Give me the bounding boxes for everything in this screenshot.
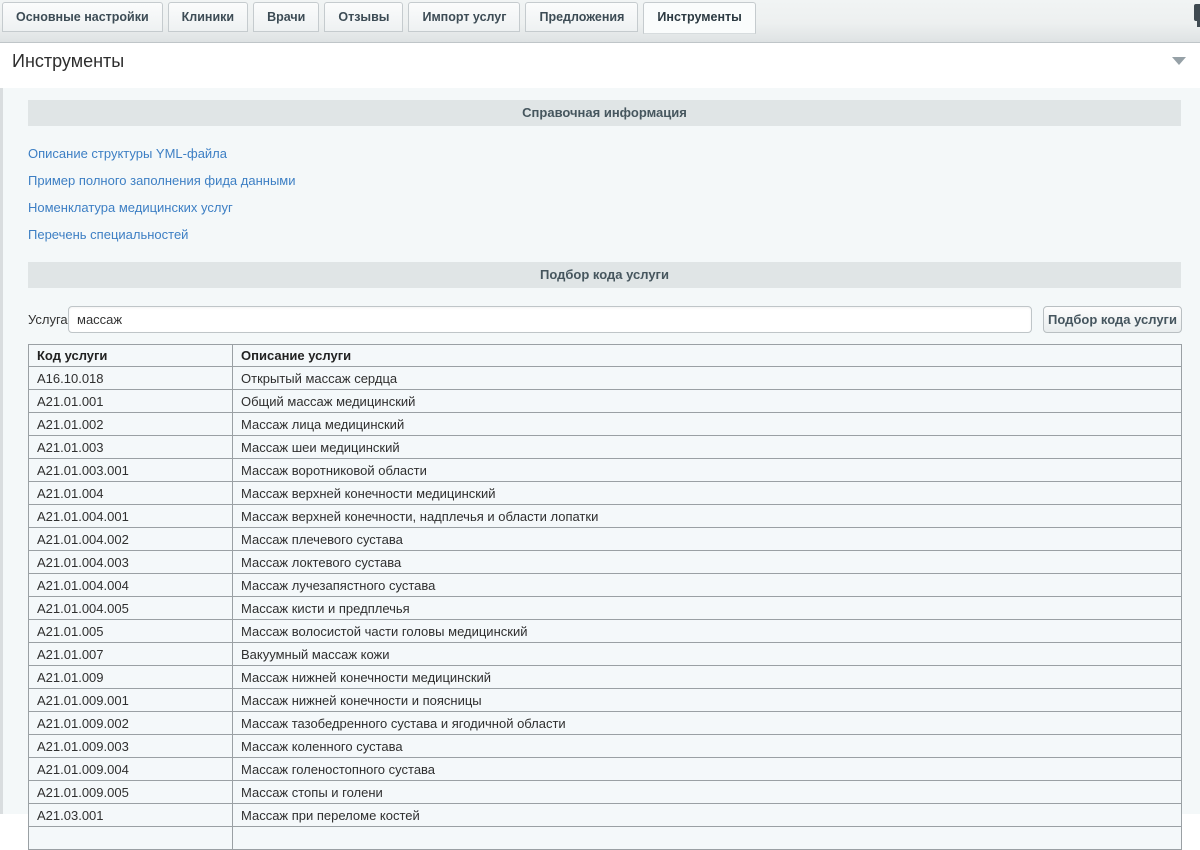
service-code-cell: A16.10.018 xyxy=(29,367,233,390)
table-row: A21.01.001Общий массаж медицинский xyxy=(29,390,1182,413)
table-row: A21.01.003.001Массаж воротниковой област… xyxy=(29,459,1182,482)
service-description-cell: Массаж шеи медицинский xyxy=(233,436,1182,459)
service-code-cell: A21.01.009.002 xyxy=(29,712,233,735)
service-description-cell: Массаж волосистой части головы медицинск… xyxy=(233,620,1182,643)
service-description-cell: Массаж коленного сустава xyxy=(233,735,1182,758)
service-code-cell: A21.01.007 xyxy=(29,643,233,666)
service-codes-table: Код услуги Описание услуги A16.10.018Отк… xyxy=(28,344,1182,850)
reference-link[interactable]: Описание структуры YML-файла xyxy=(28,140,1200,167)
service-code-cell: A21.01.004.002 xyxy=(29,528,233,551)
service-search-input[interactable] xyxy=(68,306,1032,333)
service-code-cell: A21.01.004 xyxy=(29,482,233,505)
service-code-cell: A21.01.004.004 xyxy=(29,574,233,597)
service-code-cell: A21.01.009.003 xyxy=(29,735,233,758)
table-row: A21.01.009.003Массаж коленного сустава xyxy=(29,735,1182,758)
tab-item[interactable]: Отзывы xyxy=(324,2,403,32)
service-code-cell: A21.01.002 xyxy=(29,413,233,436)
tools-panel: Справочная информация Описание структуры… xyxy=(0,88,1200,814)
table-row: A16.10.018Открытый массаж сердца xyxy=(29,367,1182,390)
table-row: A21.01.004.001Массаж верхней конечности,… xyxy=(29,505,1182,528)
table-row: A21.01.009Массаж нижней конечности медиц… xyxy=(29,666,1182,689)
service-description-cell: Массаж лица медицинский xyxy=(233,413,1182,436)
service-code-cell: A21.01.009.005 xyxy=(29,781,233,804)
service-code-cell: A21.01.001 xyxy=(29,390,233,413)
reference-section-header: Справочная информация xyxy=(28,100,1181,126)
table-body: A16.10.018Открытый массаж сердцаA21.01.0… xyxy=(29,367,1182,850)
service-code-section-header: Подбор кода услуги xyxy=(28,262,1181,288)
service-code-cell: A21.01.004.001 xyxy=(29,505,233,528)
service-code-cell: A21.03.001 xyxy=(29,804,233,827)
table-row: A21.01.005Массаж волосистой части головы… xyxy=(29,620,1182,643)
service-code-cell: A21.01.009.004 xyxy=(29,758,233,781)
table-row: A21.01.002Массаж лица медицинский xyxy=(29,413,1182,436)
chevron-down-icon[interactable] xyxy=(1172,57,1186,65)
table-header-row: Код услуги Описание услуги xyxy=(29,345,1182,367)
column-header-code: Код услуги xyxy=(29,345,233,367)
tab-item[interactable]: Врачи xyxy=(253,2,319,32)
service-code-cell: A21.01.003 xyxy=(29,436,233,459)
service-description-cell: Массаж при переломе костей xyxy=(233,804,1182,827)
service-description-cell: Массаж плечевого сустава xyxy=(233,528,1182,551)
reference-links: Описание структуры YML-файлаПример полно… xyxy=(28,140,1200,248)
service-description-cell: Массаж воротниковой области xyxy=(233,459,1182,482)
table-row: A21.01.009.005Массаж стопы и голени xyxy=(29,781,1182,804)
service-description-cell: Массаж верхней конечности, надплечья и о… xyxy=(233,505,1182,528)
service-code-cell: A21.01.009.001 xyxy=(29,689,233,712)
table-row: A21.01.009.004Массаж голеностопного суст… xyxy=(29,758,1182,781)
service-description-cell: Общий массаж медицинский xyxy=(233,390,1182,413)
table-row: A21.01.009.002Массаж тазобедренного суст… xyxy=(29,712,1182,735)
table-row: A21.03.001Массаж при переломе костей xyxy=(29,804,1182,827)
table-row: A21.01.004.003Массаж локтевого сустава xyxy=(29,551,1182,574)
table-row: A21.01.004.002Массаж плечевого сустава xyxy=(29,528,1182,551)
page-title: Инструменты xyxy=(12,51,124,72)
service-code-search-button[interactable]: Подбор кода услуги xyxy=(1043,306,1182,333)
table-row: A21.01.004.004Массаж лучезапястного суст… xyxy=(29,574,1182,597)
table-row: A21.01.004.005Массаж кисти и предплечья xyxy=(29,597,1182,620)
service-code-cell: A21.01.009 xyxy=(29,666,233,689)
table-row: A21.01.009.001Массаж нижней конечности и… xyxy=(29,689,1182,712)
tab-bar: Основные настройкиКлиникиВрачиОтзывыИмпо… xyxy=(0,0,1200,43)
table-row: A21.01.003Массаж шеи медицинский xyxy=(29,436,1182,459)
service-code-cell: A21.01.004.005 xyxy=(29,597,233,620)
service-input-label: Услуга: xyxy=(28,312,71,327)
service-description-cell: Открытый массаж сердца xyxy=(233,367,1182,390)
service-description-cell: Массаж кисти и предплечья xyxy=(233,597,1182,620)
tab-item[interactable]: Инструменты xyxy=(643,2,755,34)
service-description-cell: Массаж тазобедренного сустава и ягодично… xyxy=(233,712,1182,735)
service-description-cell: Массаж верхней конечности медицинский xyxy=(233,482,1182,505)
tab-item[interactable]: Импорт услуг xyxy=(408,2,520,32)
service-description-cell: Массаж нижней конечности медицинский xyxy=(233,666,1182,689)
pin-icon[interactable] xyxy=(1194,4,1200,21)
service-description-cell: Вакуумный массаж кожи xyxy=(233,643,1182,666)
reference-link[interactable]: Перечень специальностей xyxy=(28,221,1200,248)
service-code-cell xyxy=(29,827,233,850)
service-code-cell: A21.01.004.003 xyxy=(29,551,233,574)
reference-link[interactable]: Номенклатура медицинских услуг xyxy=(28,194,1200,221)
column-header-description: Описание услуги xyxy=(233,345,1182,367)
service-description-cell: Массаж локтевого сустава xyxy=(233,551,1182,574)
table-row: A21.01.007Вакуумный массаж кожи xyxy=(29,643,1182,666)
service-search-row: Услуга: Подбор кода услуги xyxy=(28,306,1184,333)
service-code-cell: A21.01.005 xyxy=(29,620,233,643)
tab-item[interactable]: Предложения xyxy=(525,2,638,32)
reference-link[interactable]: Пример полного заполнения фида данными xyxy=(28,167,1200,194)
service-description-cell xyxy=(233,827,1182,850)
service-description-cell: Массаж голеностопного сустава xyxy=(233,758,1182,781)
table-row xyxy=(29,827,1182,850)
tab-item[interactable]: Основные настройки xyxy=(2,2,163,32)
service-description-cell: Массаж стопы и голени xyxy=(233,781,1182,804)
service-code-cell: A21.01.003.001 xyxy=(29,459,233,482)
table-row: A21.01.004Массаж верхней конечности меди… xyxy=(29,482,1182,505)
tab-item[interactable]: Клиники xyxy=(168,2,248,32)
service-description-cell: Массаж лучезапястного сустава xyxy=(233,574,1182,597)
service-description-cell: Массаж нижней конечности и поясницы xyxy=(233,689,1182,712)
